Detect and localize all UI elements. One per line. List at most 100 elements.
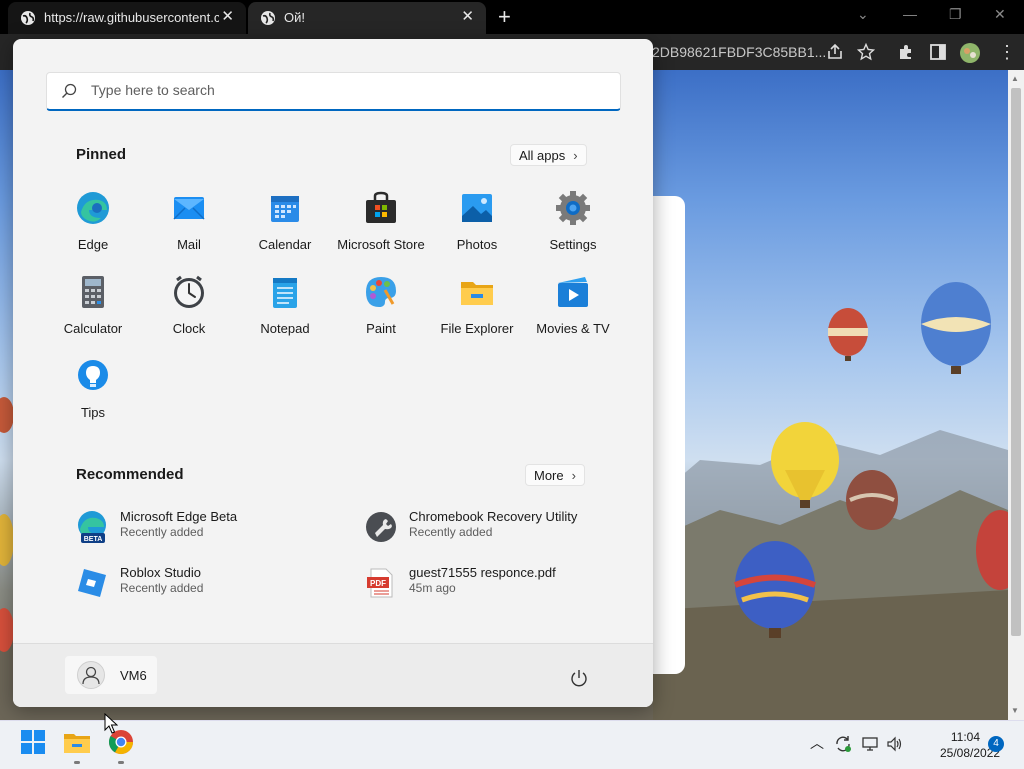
- all-apps-label: All apps: [519, 147, 566, 163]
- chrome-menu-icon[interactable]: ⋮: [998, 42, 1016, 63]
- pinned-app-paint[interactable]: Paint: [333, 274, 429, 354]
- recovery-icon: [366, 512, 396, 542]
- user-icon: [82, 666, 100, 685]
- start-search-box[interactable]: [46, 72, 621, 111]
- notepad-icon: [273, 278, 297, 308]
- app-label: Mail: [177, 237, 201, 252]
- taskbar-clock[interactable]: 11:04 25/08/2022: [940, 729, 1001, 761]
- all-apps-button[interactable]: All apps ›: [510, 144, 587, 166]
- recommended-name: Microsoft Edge Beta: [120, 509, 238, 524]
- start-footer: VM6: [13, 643, 653, 707]
- pinned-app-photos[interactable]: Photos: [429, 190, 525, 270]
- pdf-icon: PDF: [367, 568, 393, 598]
- calendar-icon: [271, 196, 299, 222]
- recommended-item[interactable]: BETA Microsoft Edge Beta Recently added: [76, 507, 336, 547]
- pinned-title: Pinned: [76, 146, 127, 163]
- notification-badge[interactable]: 4: [988, 736, 1004, 752]
- minimize-button[interactable]: —: [903, 6, 917, 22]
- clock-date: 25/08/2022: [940, 746, 1001, 760]
- profile-avatar[interactable]: [959, 42, 981, 64]
- app-label: Settings: [549, 237, 597, 252]
- recommended-name: Chromebook Recovery Utility: [409, 509, 578, 524]
- calculator-icon: [82, 276, 104, 308]
- tab-active[interactable]: Ой! ✕: [248, 2, 486, 34]
- recommended-item[interactable]: Roblox Studio Recently added: [76, 563, 336, 603]
- svg-text:PDF: PDF: [370, 579, 386, 588]
- pinned-app-calculator[interactable]: Calculator: [45, 274, 141, 354]
- pinned-app-microsoft-store[interactable]: Microsoft Store: [333, 190, 429, 270]
- close-window-button[interactable]: ✕: [994, 6, 1006, 23]
- more-label: More: [534, 467, 564, 483]
- pinned-app-edge[interactable]: Edge: [45, 190, 141, 270]
- globe-icon: [21, 11, 35, 25]
- app-label: Photos: [456, 237, 498, 252]
- mail-icon: [173, 197, 205, 220]
- volume-icon[interactable]: [886, 735, 904, 753]
- clock-time: 11:04: [950, 730, 980, 744]
- avatar: [77, 661, 105, 689]
- settings-icon: [556, 191, 590, 225]
- page-dialog-edge: [653, 196, 685, 674]
- pinned-app-file-explorer[interactable]: File Explorer: [429, 274, 525, 354]
- extensions-icon[interactable]: [897, 43, 915, 61]
- pinned-app-mail[interactable]: Mail: [141, 190, 237, 270]
- app-label: Tips: [80, 405, 106, 420]
- scrollbar-thumb[interactable]: [1011, 88, 1021, 636]
- power-icon[interactable]: [569, 668, 589, 688]
- app-label: Microsoft Store: [337, 237, 425, 252]
- photos-icon: [462, 194, 492, 222]
- running-indicator: [74, 761, 80, 764]
- tab-title: Ой!: [284, 10, 305, 25]
- recommended-subtitle: Recently added: [120, 581, 204, 595]
- pinned-app-tips[interactable]: Tips: [45, 358, 141, 438]
- app-label: Notepad: [260, 321, 310, 336]
- sync-icon[interactable]: [834, 735, 852, 753]
- tips-icon: [78, 360, 108, 390]
- chevron-up-icon[interactable]: ︿: [810, 733, 828, 751]
- bookmark-star-icon[interactable]: [857, 43, 875, 61]
- search-input[interactable]: [89, 81, 613, 99]
- svg-text:BETA: BETA: [84, 536, 103, 543]
- store-icon: [366, 191, 396, 223]
- file-explorer-taskbar-icon[interactable]: [62, 727, 92, 757]
- new-tab-button[interactable]: +: [498, 6, 511, 28]
- recommended-item[interactable]: Chromebook Recovery Utility Recently add…: [365, 507, 625, 547]
- user-account-button[interactable]: VM6: [65, 656, 157, 694]
- app-label: Clock: [172, 321, 206, 336]
- recommended-subtitle: 45m ago: [409, 581, 456, 595]
- windows-start-icon[interactable]: [18, 727, 48, 757]
- recommended-subtitle: Recently added: [120, 525, 204, 539]
- restore-button[interactable]: ❐: [949, 6, 962, 23]
- movies-icon: [558, 277, 588, 307]
- app-label: Paint: [366, 321, 396, 336]
- share-icon[interactable]: [826, 43, 844, 61]
- recommended-name: Roblox Studio: [120, 565, 201, 580]
- edge-icon: [77, 192, 109, 224]
- app-label: Calculator: [63, 321, 123, 336]
- pinned-app-clock[interactable]: Clock: [141, 274, 237, 354]
- paint-icon: [366, 277, 396, 307]
- tab-close-button[interactable]: ✕: [461, 9, 474, 25]
- pinned-app-settings[interactable]: Settings: [525, 190, 621, 270]
- tab-search-icon[interactable]: ⌄: [857, 6, 869, 23]
- chevron-right-icon: ›: [571, 467, 576, 483]
- scroll-down-icon[interactable]: ▼: [1011, 706, 1019, 715]
- edge-beta-icon: BETA: [78, 511, 106, 543]
- search-icon: [62, 83, 77, 98]
- pinned-app-notepad[interactable]: Notepad: [237, 274, 333, 354]
- pinned-app-calendar[interactable]: Calendar: [237, 190, 333, 270]
- tab-github[interactable]: https://raw.githubusercontent.com/ ✕: [8, 2, 246, 34]
- address-bar-text[interactable]: 2DB98621FBDF3C85BB1...: [652, 44, 826, 60]
- scroll-up-icon[interactable]: ▲: [1011, 74, 1019, 83]
- app-label: File Explorer: [440, 321, 514, 336]
- tab-close-button[interactable]: ✕: [221, 9, 234, 25]
- pinned-app-movies-tv[interactable]: Movies & TV: [525, 274, 621, 354]
- more-button[interactable]: More ›: [525, 464, 585, 486]
- network-icon[interactable]: [861, 735, 879, 753]
- user-name: VM6: [120, 668, 147, 683]
- app-label: Calendar: [258, 237, 312, 252]
- clock-icon: [174, 275, 204, 308]
- folder-icon: [461, 282, 493, 305]
- recommended-item[interactable]: PDF guest71555 responce.pdf 45m ago: [365, 563, 625, 603]
- side-panel-icon[interactable]: [929, 43, 947, 61]
